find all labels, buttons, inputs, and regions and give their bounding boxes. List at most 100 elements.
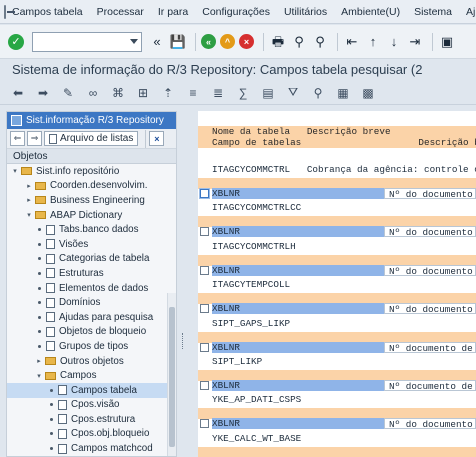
expand-left-icon[interactable]: ⇐: [10, 131, 25, 146]
align-center-icon[interactable]: ≡: [185, 85, 201, 101]
chevron-down-icon[interactable]: [130, 39, 138, 44]
row-checkbox[interactable]: [200, 265, 209, 275]
previous-page-icon[interactable]: ↑: [364, 33, 382, 51]
save-icon[interactable]: 💾: [169, 33, 187, 51]
menu-ajuda[interactable]: Aj: [466, 6, 475, 18]
tree-node[interactable]: Grupos de tipos: [7, 339, 176, 354]
sum-icon[interactable]: ∑: [235, 85, 251, 101]
table-name[interactable]: SIPT_LIKP: [212, 356, 262, 367]
first-page-icon[interactable]: ⇤: [343, 33, 361, 51]
arrow-right-icon[interactable]: ➡: [35, 85, 51, 101]
table-name[interactable]: SIPT_GAPS_LIKP: [212, 318, 290, 329]
tree-scrollbar[interactable]: [167, 293, 176, 456]
table-name[interactable]: ITAGCYCOMMCTRLCC: [212, 202, 301, 213]
tree-node[interactable]: Campos matchcod: [7, 441, 176, 456]
tree-node[interactable]: ▾ ABAP Dictionary: [7, 208, 176, 223]
tree-node[interactable]: ▾ Sist.info repositório: [7, 164, 176, 179]
field-name[interactable]: XBLNR: [212, 188, 384, 199]
find-icon[interactable]: ⚲: [290, 33, 308, 51]
collapse-arrow-icon[interactable]: ▸: [35, 357, 43, 365]
table-name[interactable]: ITAGCYCOMMCTRLH: [212, 241, 296, 252]
expand-arrow-icon[interactable]: ▾: [11, 167, 19, 175]
menu-campos-tabela[interactable]: Campos tabela: [12, 6, 83, 18]
tree-node[interactable]: Estruturas: [7, 266, 176, 281]
glasses-icon[interactable]: ∞: [85, 85, 101, 101]
tree-node[interactable]: Objetos de bloqueio: [7, 325, 176, 340]
tree-node[interactable]: ▾ Campos: [7, 368, 176, 383]
tree-node-label: Business Engineering: [50, 194, 145, 206]
row-checkbox[interactable]: [200, 189, 209, 198]
tree-node[interactable]: Elementos de dados: [7, 281, 176, 296]
table-icon[interactable]: ▤: [260, 85, 276, 101]
close-icon[interactable]: ×: [149, 131, 165, 146]
menu-processar[interactable]: Processar: [97, 6, 144, 18]
panel-splitter[interactable]: [180, 111, 186, 457]
field-name[interactable]: XBLNR: [212, 264, 384, 276]
back-icon[interactable]: «: [201, 34, 216, 49]
export-icon[interactable]: ▩: [360, 85, 376, 101]
menu-ambiente[interactable]: Ambiente(U): [341, 6, 400, 18]
layout-icon[interactable]: ▦: [335, 85, 351, 101]
menu-sistema[interactable]: Sistema: [414, 6, 452, 18]
last-page-icon[interactable]: ⇥: [406, 33, 424, 51]
archive-lists-button[interactable]: Arquivo de listas: [44, 131, 139, 146]
row-checkbox[interactable]: [200, 419, 209, 429]
row-checkbox[interactable]: [200, 227, 209, 237]
row-checkbox[interactable]: [200, 342, 209, 352]
table-name[interactable]: YKE_AP_DATI_CSPS: [212, 394, 301, 405]
system-menu-icon[interactable]: [4, 4, 15, 19]
command-field[interactable]: [32, 31, 142, 52]
table-name[interactable]: ITAGCYCOMMCTRL Cobrança da agência: cont…: [212, 164, 476, 175]
where-used-icon[interactable]: ⌘: [110, 85, 126, 101]
find-next-icon[interactable]: ⚲: [311, 33, 329, 51]
tree-node-label: Cpos.visão: [71, 399, 120, 411]
menu-ir-para[interactable]: Ir para: [158, 6, 188, 18]
hierarchy-icon[interactable]: ⊞: [135, 85, 151, 101]
splitter-grip-icon[interactable]: [182, 333, 184, 349]
row-checkbox[interactable]: [200, 304, 209, 314]
filter-icon[interactable]: ⛛: [285, 85, 301, 101]
collapse-arrow-icon[interactable]: ▸: [25, 196, 33, 204]
field-name[interactable]: XBLNR: [212, 380, 384, 391]
align-left-icon[interactable]: ≣: [210, 85, 226, 101]
tree-node[interactable]: Campos tabela: [7, 382, 176, 398]
pencil-icon[interactable]: ✎: [60, 85, 76, 101]
tree-node[interactable]: ▸ Business Engineering: [7, 193, 176, 208]
search-results-list: Nome da tabela Descrição breve Campo de …: [198, 111, 476, 457]
tree-node[interactable]: Ajudas para pesquisa: [7, 310, 176, 325]
row-checkbox[interactable]: [200, 381, 209, 390]
enter-check-icon[interactable]: ✓: [8, 33, 24, 50]
arrow-left-icon[interactable]: ⬅: [10, 85, 26, 101]
sort-ascending-icon[interactable]: ⇡: [160, 85, 176, 101]
cancel-icon[interactable]: ×: [239, 34, 254, 49]
double-chevron-left-icon[interactable]: «: [148, 33, 166, 51]
menu-configuracoes[interactable]: Configurações: [202, 6, 270, 18]
expand-arrow-icon[interactable]: ▾: [35, 372, 43, 380]
tree-node[interactable]: Cpos.visão: [7, 398, 176, 413]
tree-node[interactable]: ▸ Coorden.desenvolvim.: [7, 179, 176, 194]
collapse-arrow-icon[interactable]: ▸: [25, 182, 33, 190]
print-icon[interactable]: 🖶: [269, 33, 287, 51]
tree-node[interactable]: Categorias de tabela: [7, 252, 176, 267]
folder-icon: [21, 167, 32, 176]
expand-arrow-icon[interactable]: ▾: [25, 211, 33, 219]
exit-icon[interactable]: ^: [220, 34, 235, 49]
tree-node[interactable]: Visões: [7, 237, 176, 252]
find-binoculars-icon[interactable]: ⚲: [310, 85, 326, 101]
field-name[interactable]: XBLNR: [212, 303, 384, 315]
expand-right-icon[interactable]: ⇒: [27, 131, 42, 146]
field-name[interactable]: XBLNR: [212, 418, 384, 430]
tree-node[interactable]: Domínios: [7, 295, 176, 310]
field-name[interactable]: XBLNR: [212, 341, 384, 353]
tree-node[interactable]: ▸ Outros objetos: [7, 354, 176, 369]
next-page-icon[interactable]: ↓: [385, 33, 403, 51]
tree-node[interactable]: Tabs.banco dados: [7, 222, 176, 237]
table-name[interactable]: ITAGCYTEMPCOLL: [212, 279, 290, 290]
tree-node[interactable]: Cpos.estrutura: [7, 412, 176, 427]
new-session-icon[interactable]: ▣: [438, 33, 456, 51]
menu-utilitarios[interactable]: Utilitários: [284, 6, 327, 18]
tree-node[interactable]: Cpos.obj.bloqueio: [7, 427, 176, 442]
scrollbar-thumb[interactable]: [169, 307, 175, 447]
table-name[interactable]: YKE_CALC_WT_BASE: [212, 433, 301, 444]
field-name[interactable]: XBLNR: [212, 226, 384, 238]
